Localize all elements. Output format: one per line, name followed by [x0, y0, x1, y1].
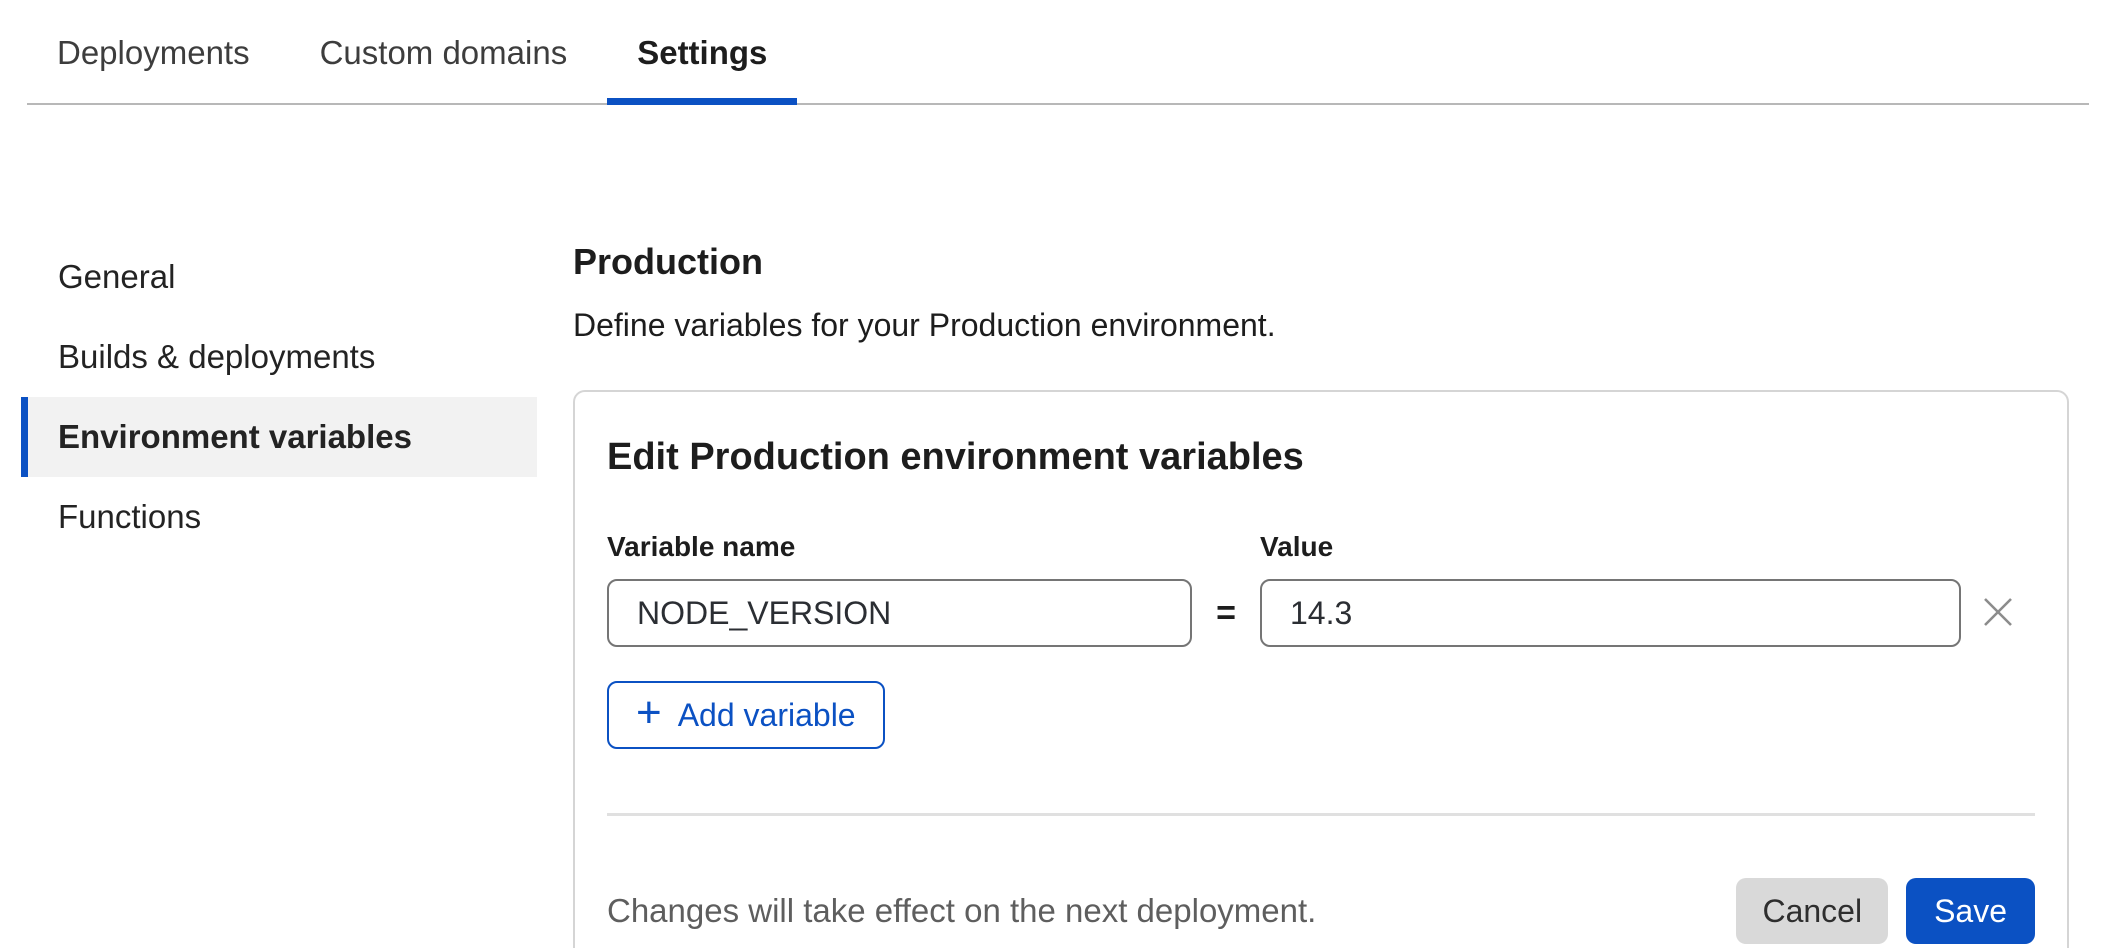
sidebar-item-general[interactable]: General [21, 237, 537, 317]
add-variable-label: Add variable [678, 697, 856, 734]
variable-row: = [607, 579, 2035, 647]
equals-sign: = [1192, 594, 1260, 633]
field-labels-row: Variable name Value [607, 531, 2035, 563]
sidebar-item-functions[interactable]: Functions [21, 477, 537, 557]
sidebar-item-environment-variables[interactable]: Environment variables [21, 397, 537, 477]
variable-name-input[interactable] [607, 579, 1192, 647]
variable-name-label: Variable name [607, 531, 1192, 563]
close-icon [1976, 590, 2020, 637]
sidebar-item-builds-deployments[interactable]: Builds & deployments [21, 317, 537, 397]
variable-value-input[interactable] [1260, 579, 1961, 647]
footer-actions: Cancel Save [1736, 878, 2035, 944]
main-panel: Production Define variables for your Pro… [573, 237, 2069, 948]
section-title: Production [573, 241, 2069, 283]
footer-note: Changes will take effect on the next dep… [607, 892, 1316, 930]
card-footer: Changes will take effect on the next dep… [607, 878, 2035, 944]
section-description: Define variables for your Production env… [573, 307, 2069, 344]
settings-sidebar: General Builds & deployments Environment… [21, 237, 537, 948]
content-area: General Builds & deployments Environment… [0, 237, 2121, 948]
tab-deployments[interactable]: Deployments [27, 0, 280, 105]
plus-icon: + [636, 691, 662, 735]
remove-variable-button[interactable] [1974, 589, 2022, 637]
environment-variables-card: Edit Production environment variables Va… [573, 390, 2069, 948]
card-divider [607, 813, 2035, 816]
card-title: Edit Production environment variables [607, 436, 2035, 479]
add-variable-button[interactable]: + Add variable [607, 681, 885, 749]
tab-bar: Deployments Custom domains Settings [27, 0, 2089, 105]
value-label: Value [1260, 531, 1961, 563]
tab-settings[interactable]: Settings [607, 0, 797, 105]
tab-custom-domains[interactable]: Custom domains [290, 0, 598, 105]
cancel-button[interactable]: Cancel [1736, 878, 1888, 944]
save-button[interactable]: Save [1906, 878, 2035, 944]
